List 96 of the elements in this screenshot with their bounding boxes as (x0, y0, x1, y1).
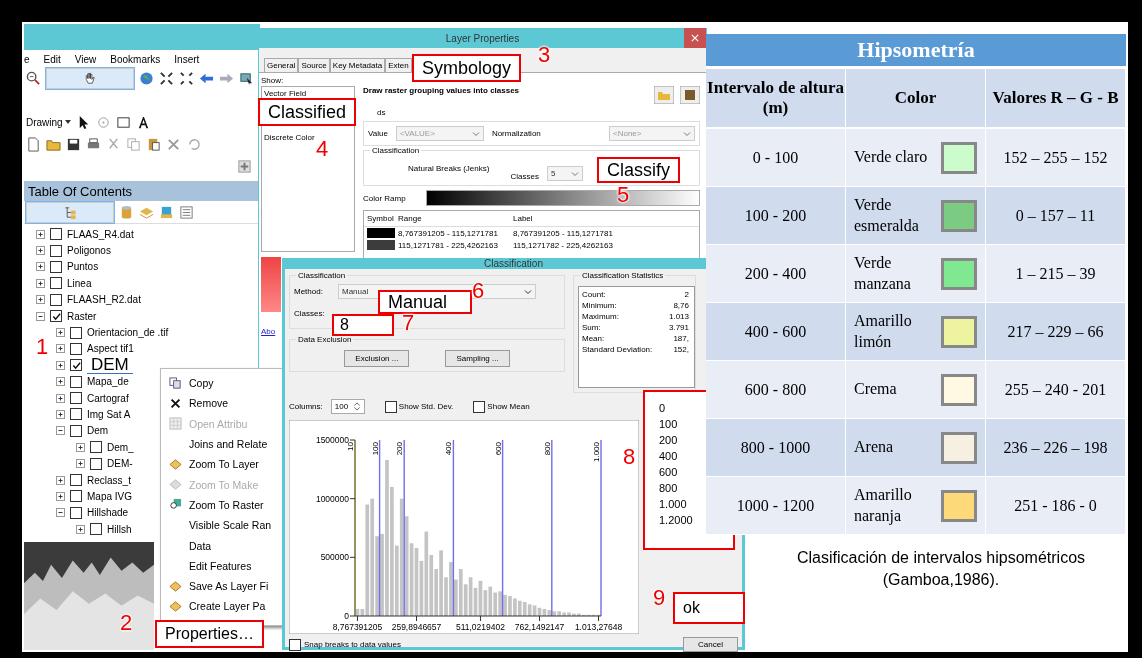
group-label: Classification (370, 146, 422, 155)
window-title: Classification (484, 258, 543, 269)
checkbox-label: Snap breaks to data values (304, 640, 401, 649)
table-cell-text: 115,1271781 - 225,4262163 (398, 240, 499, 250)
column-header: Valores R – G - B (986, 69, 1126, 129)
step-number: 4 (316, 138, 329, 160)
table-cell: 200 - 400 (706, 245, 846, 303)
axis-label: 1000000 (315, 493, 349, 504)
stat-label: Mean: (582, 334, 605, 343)
break-value: 400 (659, 449, 679, 464)
stat-value: 3.791 (668, 323, 689, 332)
step-number: 9 (653, 587, 666, 609)
color-name: Verde manzana (854, 252, 912, 294)
field-label: Columns: (289, 402, 323, 411)
stat-value: 187, (673, 334, 689, 343)
window-title: Layer Properties (445, 32, 520, 44)
break-label: 100 (370, 442, 380, 456)
stat-value: 2 (684, 290, 689, 299)
show-label: Show: (261, 76, 285, 85)
break-label: 600 (493, 442, 503, 456)
color-name: Arena (854, 437, 895, 458)
table-cell-text: 8,767391205 - 115,1271781 (398, 228, 499, 238)
break-value: 800 (659, 481, 679, 496)
axis-label: 511,0219402 (455, 622, 505, 632)
field-label: Classes (510, 172, 539, 181)
step-number: 3 (538, 44, 551, 66)
fields-label: ds (377, 108, 386, 117)
table-cell: 255 – 240 - 201 (986, 361, 1126, 419)
panel-title: Table Of Contents (28, 183, 133, 199)
axis-label: 1500000 (315, 435, 349, 445)
color-name: Crema (854, 379, 898, 400)
group-label: Classification Statistics (580, 271, 666, 280)
color-name: Amarillo limón (854, 310, 913, 352)
color-name: Verde esmeralda (854, 194, 920, 236)
stat-value: 152, (673, 345, 689, 354)
renderer-description: Draw raster grouping values into classes (363, 86, 521, 95)
table-cell: 8,767391205 - 115,1271781 (513, 228, 613, 238)
break-value: 100 (659, 417, 679, 432)
step-number: 1 (36, 336, 49, 358)
color-name: Verde claro (854, 147, 929, 168)
stat-label: Minimum: (582, 301, 617, 310)
break-label: 800 (542, 442, 552, 456)
step-number: 2 (120, 612, 133, 634)
axis-label: 8,767391205 (332, 622, 383, 632)
color-name: Amarillo naranja (854, 484, 913, 527)
table-cell: 400 - 600 (706, 303, 846, 361)
method-name: Natural Breaks (Jenks) (408, 163, 491, 173)
axis-label: 0 (344, 611, 349, 621)
axis-label: 500000 (320, 552, 349, 563)
column-header: Color (846, 69, 986, 129)
checkbox-label: Show Std. Dev. (398, 402, 454, 411)
field-label: Classes: (294, 308, 326, 318)
stat-value: 1.013 (668, 312, 689, 321)
group-label: Data Exclusion (296, 335, 354, 344)
step-number: 6 (472, 280, 485, 302)
step-number: 7 (402, 312, 415, 334)
column-header: Intervalo de altura (m) (706, 69, 846, 129)
break-label: 10 (346, 442, 355, 451)
table-cell: 115,1271782 - 225,4262163 (513, 240, 613, 250)
field-label: Color Ramp (363, 193, 406, 203)
field-label: Method: (294, 287, 324, 296)
break-value: 1.2000 (659, 513, 694, 528)
table-cell: 152 – 255 – 152 (986, 129, 1126, 187)
table-caption: Clasificación de intervalos hipsométricos (Gamboa,1986). (795, 548, 1087, 591)
break-value: 200 (659, 433, 679, 448)
table-cell: 1 – 215 – 39 (986, 245, 1126, 303)
table-cell: 0 - 100 (706, 129, 846, 187)
table-cell: 217 – 229 – 66 (986, 303, 1126, 361)
break-label: 200 (395, 442, 405, 456)
break-label: 400 (444, 442, 454, 456)
axis-label: 762,1492147 (514, 622, 565, 632)
field-label: Value (368, 129, 388, 138)
axis-label: 1.013,27648 (574, 622, 623, 632)
stat-label: Count: (582, 290, 606, 299)
axis-label: 259,8946657 (391, 622, 442, 632)
group-label: Classification (296, 271, 348, 280)
table-cell: 800 - 1000 (706, 419, 846, 477)
field-label: Normalization (491, 129, 541, 138)
table-cell: 0 – 157 – 11 (986, 187, 1126, 245)
step-number: 5 (617, 184, 630, 206)
table-title: Hipsometría (706, 34, 1126, 69)
stat-value: 8,76 (673, 301, 689, 310)
table-cell: 100 - 200 (706, 187, 846, 245)
checkbox-label: Show Mean (487, 402, 530, 411)
stat-label: Maximum: (582, 312, 619, 321)
break-label: 1.000 (592, 442, 601, 463)
break-value: 0 (659, 401, 667, 416)
table-cell: 251 - 186 - 0 (986, 477, 1126, 535)
table-cell: 236 – 226 – 198 (986, 419, 1126, 477)
table-cell: 1000 - 1200 (706, 477, 846, 535)
break-value: 600 (659, 465, 679, 480)
step-number: 8 (623, 446, 636, 468)
stat-label: Standard Deviation: (582, 345, 653, 354)
table-cell: 600 - 800 (706, 361, 846, 419)
stat-label: Sum: (582, 323, 601, 332)
break-value: 1.000 (659, 497, 688, 512)
